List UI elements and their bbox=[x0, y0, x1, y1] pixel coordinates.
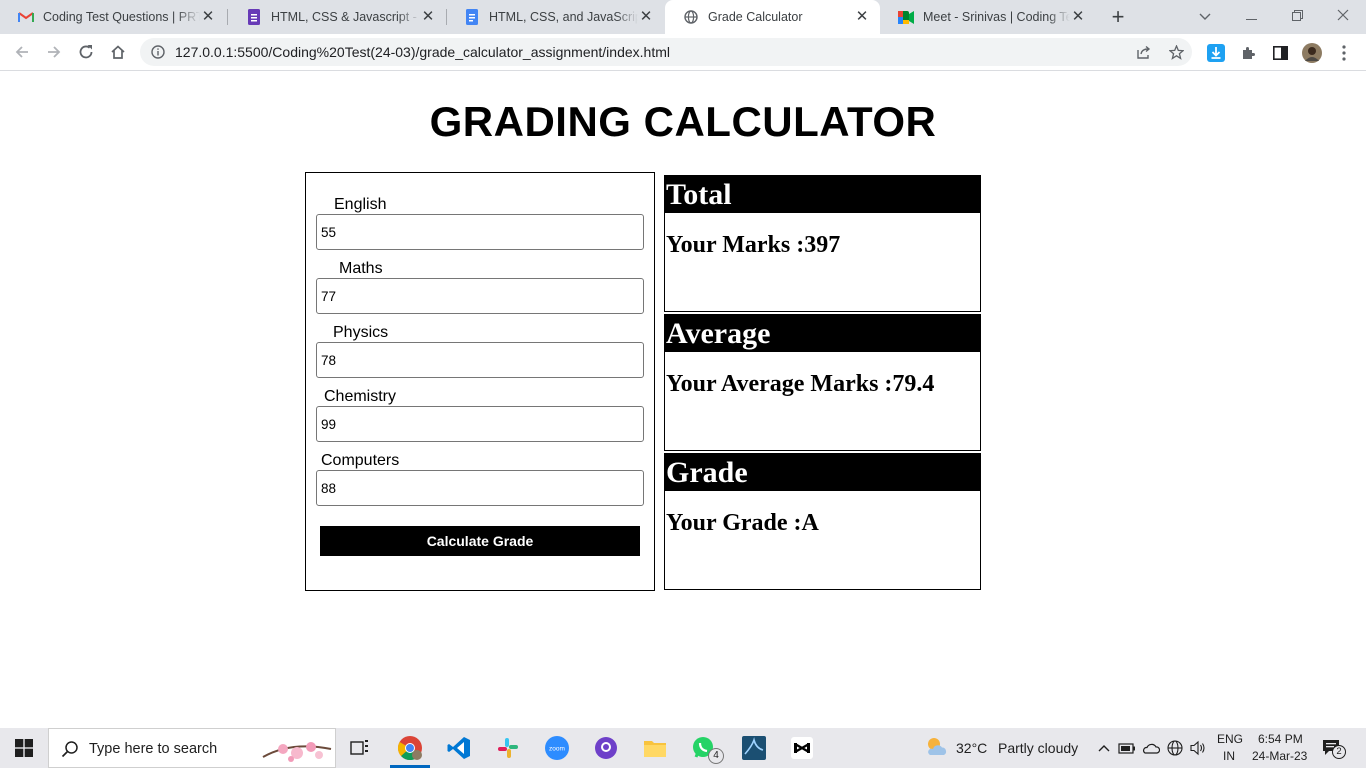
marks-form: English Maths Physics Chemistry Computer… bbox=[305, 172, 655, 591]
download-extension-icon[interactable] bbox=[1206, 43, 1226, 63]
tab-title: HTML, CSS & Javascript - Gra bbox=[271, 10, 420, 24]
average-marks-text: Your Average Marks :79.4 bbox=[666, 371, 935, 397]
cherry-blossom-search-highlight-icon bbox=[261, 735, 333, 768]
minimize-icon[interactable] bbox=[1228, 0, 1274, 32]
grade-heading: Grade bbox=[665, 454, 980, 491]
gmail-icon bbox=[18, 9, 34, 25]
average-heading: Average bbox=[665, 315, 980, 352]
page-title: GRADING CALCULATOR bbox=[429, 98, 937, 145]
tab-title: Grade Calculator bbox=[708, 10, 803, 24]
windows-start-icon[interactable] bbox=[0, 728, 48, 768]
tab-search-icon[interactable] bbox=[1182, 0, 1228, 32]
meet-icon bbox=[898, 9, 914, 25]
tab-forms[interactable]: HTML, CSS & Javascript - Gra ✕ bbox=[228, 0, 446, 34]
bookmark-star-icon[interactable] bbox=[1168, 44, 1184, 60]
grade-card: Grade Your Grade :A bbox=[664, 453, 981, 590]
computers-label: Computers bbox=[321, 452, 400, 469]
weather-partly-cloudy-icon[interactable] bbox=[924, 734, 950, 760]
total-card: Total Your Marks :397 bbox=[664, 175, 981, 312]
tab-title: Coding Test Questions | PRT bbox=[43, 10, 200, 24]
weather-description: Partly cloudy bbox=[998, 740, 1079, 756]
chrome-icon[interactable] bbox=[396, 734, 424, 762]
language-region: IN bbox=[1223, 749, 1235, 763]
network-globe-icon[interactable] bbox=[1165, 738, 1185, 758]
docs-icon bbox=[464, 9, 480, 25]
svg-text:zoom: zoom bbox=[549, 746, 565, 753]
notification-count-badge: 2 bbox=[1332, 745, 1346, 759]
physics-input[interactable] bbox=[316, 342, 644, 378]
vscode-icon[interactable] bbox=[445, 734, 473, 762]
language-indicator[interactable]: ENG bbox=[1217, 732, 1243, 746]
computers-input[interactable] bbox=[316, 470, 644, 506]
tab-docs[interactable]: HTML, CSS, and JavaScript - C ✕ bbox=[446, 0, 664, 34]
total-marks-text: Your Marks :397 bbox=[666, 232, 841, 258]
english-label: English bbox=[334, 196, 387, 213]
total-heading: Total bbox=[665, 176, 980, 213]
site-info-icon[interactable] bbox=[150, 44, 166, 60]
browser-tab-strip: Coding Test Questions | PRT ✕ HTML, CSS … bbox=[0, 0, 1366, 34]
taskbar: Type here to search zoom 4 32°C Partly c… bbox=[0, 728, 1366, 768]
tab-meet[interactable]: Meet - Srinivas | Coding Test ✕ bbox=[880, 0, 1096, 34]
clock-time[interactable]: 6:54 PM bbox=[1258, 732, 1303, 746]
close-icon[interactable]: ✕ bbox=[638, 9, 654, 25]
url-text: 127.0.0.1:5500/Coding%20Test(24-03)/grad… bbox=[175, 44, 670, 60]
address-bar[interactable]: 127.0.0.1:5500/Coding%20Test(24-03)/grad… bbox=[140, 38, 1192, 66]
whatsapp-badge: 4 bbox=[708, 748, 724, 764]
file-explorer-icon[interactable] bbox=[641, 734, 669, 762]
wireshark-icon[interactable] bbox=[740, 734, 768, 762]
calculate-grade-button[interactable]: Calculate Grade bbox=[320, 526, 640, 556]
taskbar-search-box[interactable]: Type here to search bbox=[48, 728, 336, 768]
chemistry-label: Chemistry bbox=[324, 388, 397, 405]
home-icon[interactable] bbox=[104, 38, 132, 66]
forms-icon bbox=[246, 9, 262, 25]
tab-gmail[interactable]: Coding Test Questions | PRT ✕ bbox=[0, 0, 226, 34]
chemistry-input[interactable] bbox=[316, 406, 644, 442]
zoom-icon[interactable]: zoom bbox=[543, 734, 571, 762]
side-panel-icon[interactable] bbox=[1270, 43, 1290, 63]
tab-grade-calculator[interactable]: Grade Calculator ✕ bbox=[665, 0, 880, 34]
grade-text: Your Grade :A bbox=[666, 510, 819, 536]
show-hidden-icons-chevron-icon[interactable] bbox=[1094, 738, 1114, 758]
maths-label: Maths bbox=[339, 260, 383, 277]
close-icon[interactable]: ✕ bbox=[854, 9, 870, 25]
close-icon[interactable]: ✕ bbox=[420, 9, 436, 25]
maths-input[interactable] bbox=[316, 278, 644, 314]
tab-title: Meet - Srinivas | Coding Test bbox=[923, 10, 1070, 24]
forward-arrow-icon[interactable] bbox=[40, 38, 68, 66]
slack-icon[interactable] bbox=[494, 734, 522, 762]
profile-avatar-icon[interactable] bbox=[1302, 43, 1322, 63]
restore-icon[interactable] bbox=[1274, 0, 1320, 32]
reload-icon[interactable] bbox=[72, 38, 100, 66]
onedrive-cloud-icon[interactable] bbox=[1141, 738, 1161, 758]
english-input[interactable] bbox=[316, 214, 644, 250]
search-icon bbox=[61, 740, 79, 763]
globe-icon bbox=[683, 9, 699, 25]
tab-title: HTML, CSS, and JavaScript - C bbox=[489, 10, 638, 24]
search-placeholder: Type here to search bbox=[89, 741, 218, 757]
capcut-icon[interactable] bbox=[788, 734, 816, 762]
volume-speaker-icon[interactable] bbox=[1189, 738, 1209, 758]
clock-date: 24-Mar-23 bbox=[1252, 749, 1308, 763]
whatsapp-icon[interactable]: 4 bbox=[690, 734, 724, 764]
github-desktop-icon[interactable] bbox=[592, 734, 620, 762]
weather-temperature: 32°C bbox=[956, 740, 988, 756]
browser-toolbar: 127.0.0.1:5500/Coding%20Test(24-03)/grad… bbox=[0, 34, 1366, 71]
close-icon[interactable]: ✕ bbox=[1070, 9, 1086, 25]
close-icon[interactable]: ✕ bbox=[200, 9, 216, 25]
new-tab-button[interactable]: + bbox=[1104, 3, 1132, 31]
share-icon[interactable] bbox=[1136, 44, 1152, 60]
close-window-icon[interactable] bbox=[1320, 0, 1366, 32]
back-arrow-icon[interactable] bbox=[8, 38, 36, 66]
extensions-puzzle-icon[interactable] bbox=[1238, 43, 1258, 63]
physics-label: Physics bbox=[333, 324, 389, 341]
battery-charging-icon[interactable] bbox=[1117, 738, 1137, 758]
average-card: Average Your Average Marks :79.4 bbox=[664, 314, 981, 451]
more-options-icon[interactable] bbox=[1334, 43, 1354, 63]
notification-center-icon[interactable]: 2 bbox=[1322, 738, 1346, 759]
task-view-icon[interactable] bbox=[346, 734, 374, 762]
